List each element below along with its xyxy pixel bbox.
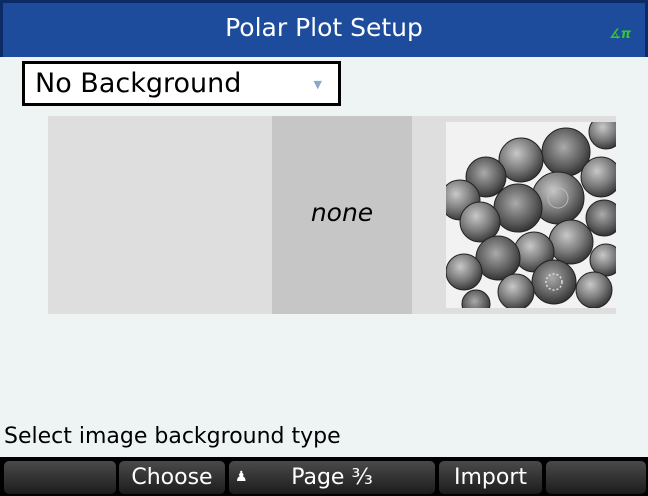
page-button[interactable]: ♟ Page ³⁄₃ [229, 461, 435, 494]
background-type-dropdown[interactable]: No Background ▼ [22, 61, 341, 106]
coins-photo-icon[interactable] [446, 122, 616, 308]
softkey-menu: Choose ♟ Page ³⁄₃ Import [0, 457, 648, 496]
softkey-6[interactable] [546, 461, 646, 494]
import-button[interactable]: Import [439, 461, 542, 494]
option-none-label: none [310, 198, 374, 227]
coins-image [446, 122, 616, 308]
background-type-value: No Background [35, 68, 242, 99]
chevron-down-icon[interactable]: ▼ [314, 78, 322, 91]
page-title: Polar Plot Setup [225, 13, 423, 42]
softkey-1[interactable] [4, 461, 116, 494]
title-bar: Polar Plot Setup ∡π [0, 0, 648, 57]
status-message: Select image background type [4, 424, 341, 449]
background-options-panel: none [48, 116, 616, 314]
person-icon: ♟ [235, 469, 248, 485]
option-none[interactable]: none [272, 116, 412, 314]
choose-button[interactable]: Choose [119, 461, 225, 494]
angle-mode-indicator: ∡π [609, 27, 631, 42]
page-label: Page ³⁄₃ [291, 465, 373, 490]
